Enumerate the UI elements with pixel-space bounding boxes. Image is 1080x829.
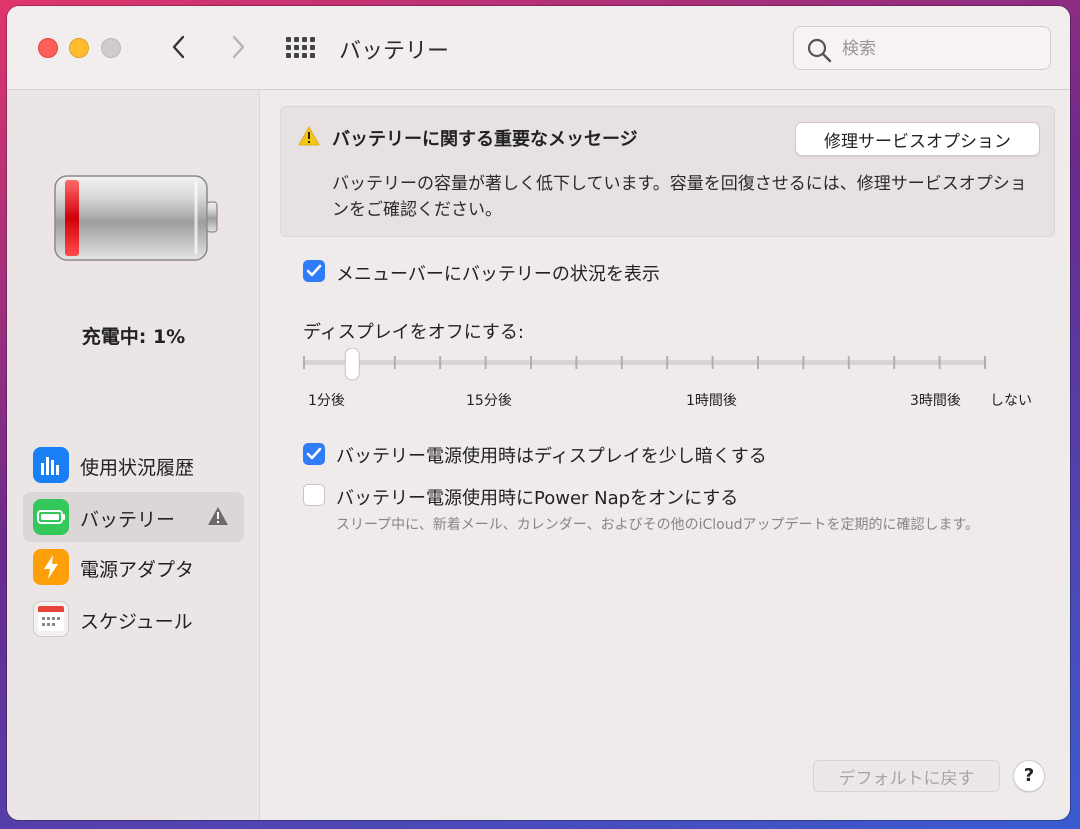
important-message-banner: バッテリーに関する重要なメッセージ 修理サービスオプション バッテリーの容量が著… — [280, 106, 1055, 237]
sidebar-item-label: バッテリー — [80, 509, 176, 531]
sidebar-item-schedule[interactable]: スケジュール — [23, 594, 244, 644]
grid-icon — [286, 37, 315, 58]
display-off-label: ディスプレイをオフにする: — [303, 322, 524, 343]
battery-icon — [33, 499, 69, 535]
show-all-button[interactable] — [286, 37, 316, 59]
chevron-right-icon — [232, 35, 245, 59]
checkmark-icon — [306, 264, 322, 277]
zoom-window-button[interactable] — [101, 38, 121, 58]
search-input[interactable] — [842, 37, 1037, 61]
warning-icon — [207, 506, 229, 530]
sidebar-item-power-adapter[interactable]: 電源アダプタ — [23, 542, 244, 592]
banner-description: バッテリーの容量が著しく低下しています。容量を回復させるには、修理サービスオプシ… — [332, 174, 1027, 220]
settings-window: バッテリー 検索 充電中: 1% 使用状況履歴 バッテリー 電源アダプタ スケジ… — [7, 6, 1070, 820]
lightning-icon — [33, 549, 69, 585]
battery-status-icon — [53, 174, 223, 268]
warning-icon — [298, 126, 320, 150]
service-options-button[interactable]: 修理サービスオプション — [795, 122, 1040, 156]
power-nap-description: スリープ中に、新着メール、カレンダー、およびその他のiCloudアップデートを定… — [336, 517, 980, 533]
tick-label-1hour: 1時間後 — [686, 393, 737, 409]
close-window-button[interactable] — [38, 38, 58, 58]
window-title: バッテリー — [339, 39, 450, 64]
banner-title: バッテリーに関する重要なメッセージ — [332, 129, 638, 150]
dim-display-checkbox[interactable] — [303, 443, 325, 465]
power-nap-checkbox[interactable] — [303, 484, 325, 506]
calendar-icon — [33, 601, 69, 637]
forward-button[interactable] — [223, 32, 253, 62]
show-in-menubar-checkbox[interactable] — [303, 260, 325, 282]
tick-label-15min: 15分後 — [466, 393, 512, 409]
sidebar-item-label: 使用状況履歴 — [80, 457, 195, 479]
charge-status: 充電中: 1% — [81, 326, 186, 348]
show-in-menubar-label: メニューバーにバッテリーの状況を表示 — [336, 264, 660, 285]
sidebar-item-label: 電源アダプタ — [80, 559, 195, 581]
sidebar-item-battery[interactable]: バッテリー — [23, 492, 244, 542]
search-icon — [807, 38, 832, 63]
sidebar-item-usage-history[interactable]: 使用状況履歴 — [23, 440, 244, 490]
tick-label-3hours: 3時間後 — [910, 393, 961, 409]
bar-chart-icon — [33, 447, 69, 483]
back-button[interactable] — [164, 32, 194, 62]
tick-label-never: しない — [990, 393, 1032, 409]
minimize-window-button[interactable] — [69, 38, 89, 58]
tick-label-1min: 1分後 — [308, 393, 345, 409]
dim-display-label: バッテリー電源使用時はディスプレイを少し暗くする — [336, 446, 767, 467]
display-off-slider[interactable] — [301, 347, 991, 388]
checkmark-icon — [306, 447, 322, 460]
power-nap-label: バッテリー電源使用時にPower Napをオンにする — [336, 488, 739, 509]
slider-knob[interactable] — [344, 347, 360, 381]
restore-defaults-button[interactable]: デフォルトに戻す — [813, 760, 1000, 792]
titlebar: バッテリー — [7, 6, 1070, 90]
search-field[interactable] — [793, 26, 1051, 70]
chevron-left-icon — [172, 35, 185, 59]
main-panel: バッテリーに関する重要なメッセージ 修理サービスオプション バッテリーの容量が著… — [261, 90, 1070, 820]
help-button[interactable]: ? — [1013, 760, 1045, 792]
sidebar-item-label: スケジュール — [80, 611, 193, 633]
sidebar: 充電中: 1% 使用状況履歴 バッテリー 電源アダプタ スケジュール — [7, 90, 260, 820]
